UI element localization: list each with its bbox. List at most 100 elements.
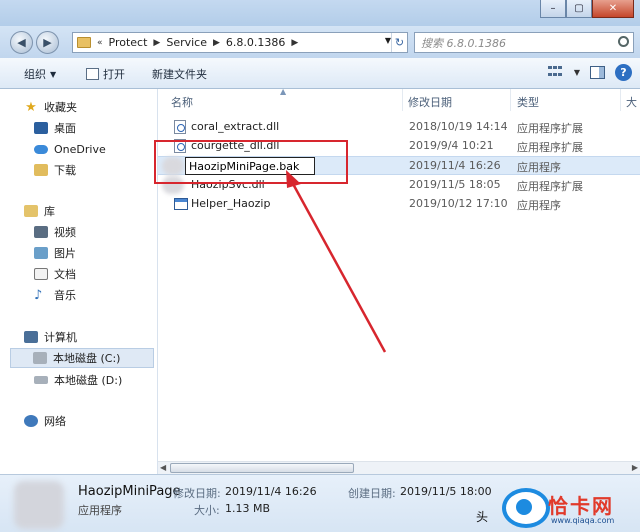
refresh-icon[interactable]: ↻ (391, 33, 407, 52)
nav-computer[interactable]: 计算机 (24, 329, 77, 345)
nav-desktop[interactable]: 桌面 (34, 120, 76, 136)
watermark-brand: 恰卡网 (548, 494, 614, 518)
nav-label: 桌面 (54, 122, 76, 135)
document-icon (34, 268, 48, 280)
sort-ascending-icon: ▲ (280, 87, 287, 96)
navigation-pane: ★ 收藏夹 桌面 OneDrive 下载 库 视频 图片 文档 ♪ 音乐 计算机… (0, 89, 158, 474)
preview-pane-icon[interactable] (590, 66, 605, 79)
nav-label: 文档 (54, 268, 76, 281)
column-headers: ▲ 名称 修改日期 类型 大 (158, 87, 640, 111)
address-bar[interactable]: « Protect ▶ Service ▶ 6.8.0.1386 ▶ ▼ ↻ (72, 32, 408, 53)
chevron-down-icon: ▼ (50, 69, 57, 79)
nav-music[interactable]: ♪ 音乐 (34, 287, 76, 303)
title-bar: – ▢ ✕ (0, 0, 640, 26)
watermark-logo-icon (502, 488, 550, 528)
window-controls: – ▢ ✕ (540, 0, 634, 18)
modified-label: 修改日期: (173, 487, 221, 500)
close-button[interactable]: ✕ (592, 0, 634, 18)
new-folder-button[interactable]: 新建文件夹 (152, 66, 207, 82)
horizontal-scrollbar[interactable]: ◀ ▶ (158, 461, 640, 474)
nav-onedrive[interactable]: OneDrive (34, 141, 106, 157)
file-type: 应用程序 (517, 161, 561, 174)
nav-library[interactable]: 库 (24, 203, 55, 219)
file-row[interactable]: Helper_Haozip 2019/10/12 17:10 应用程序 (158, 195, 640, 214)
nav-label: 网络 (44, 415, 66, 428)
column-date[interactable]: 修改日期 (408, 94, 452, 110)
size-value: 1.13 MB (225, 502, 271, 515)
rename-input[interactable] (185, 157, 315, 175)
nav-videos[interactable]: 视频 (34, 224, 76, 240)
nav-favorites[interactable]: ★ 收藏夹 (24, 99, 77, 115)
file-thumbnail (14, 481, 64, 529)
column-divider[interactable] (402, 89, 403, 111)
nav-documents[interactable]: 文档 (34, 266, 76, 282)
blurred-icon (162, 157, 184, 175)
organize-button[interactable]: 组织 ▼ (24, 66, 56, 82)
watermark-tou: 头 (476, 510, 489, 524)
nav-label: 收藏夹 (44, 101, 77, 114)
breadcrumb-overflow[interactable]: « (97, 38, 103, 48)
nav-label: 本地磁盘 (D:) (54, 374, 123, 387)
folder-icon (77, 37, 91, 48)
back-button[interactable]: ◀ (10, 31, 33, 54)
nav-local-disk-d[interactable]: 本地磁盘 (D:) (34, 372, 122, 388)
column-type[interactable]: 类型 (517, 94, 539, 110)
forward-arrow-icon: ▶ (43, 36, 52, 49)
network-icon (24, 415, 38, 427)
search-input[interactable]: 搜索 6.8.0.1386 (414, 32, 634, 53)
open-button[interactable]: 打开 (86, 66, 125, 82)
file-date: 2019/10/12 17:10 (409, 197, 508, 210)
search-icon[interactable] (618, 36, 629, 47)
details-file-type: 应用程序 (78, 504, 122, 517)
column-divider[interactable] (510, 89, 511, 111)
breadcrumb-version[interactable]: 6.8.0.1386 (226, 36, 285, 49)
minimize-button[interactable]: – (540, 0, 566, 18)
file-row[interactable]: coral_extract.dll 2018/10/19 14:14 应用程序扩… (158, 118, 640, 137)
search-placeholder: 搜索 6.8.0.1386 (421, 36, 506, 50)
file-date: 2019/11/4 16:26 (409, 159, 501, 172)
drive-icon (34, 376, 48, 384)
chevron-down-icon[interactable]: ▼ (574, 68, 580, 77)
column-name[interactable]: 名称 (171, 94, 193, 110)
file-name: Helper_Haozip (191, 197, 271, 210)
size-label: 大小: (194, 504, 220, 517)
help-icon[interactable]: ? (615, 64, 632, 81)
nav-label: 视频 (54, 226, 76, 239)
nav-downloads[interactable]: 下载 (34, 162, 76, 178)
nav-label: 库 (44, 205, 55, 218)
drive-icon (33, 352, 47, 364)
file-row-renaming[interactable]: 2019/11/4 16:26 应用程序 (158, 156, 640, 175)
exe-icon (174, 198, 188, 210)
column-divider[interactable] (620, 89, 621, 111)
nav-label: 下载 (54, 164, 76, 177)
back-arrow-icon: ◀ (17, 36, 26, 49)
file-row[interactable]: HaozipSvc.dll 2019/11/5 18:05 应用程序扩展 (158, 176, 640, 195)
scroll-left-icon[interactable]: ◀ (160, 463, 166, 472)
video-icon (34, 226, 48, 238)
library-icon (24, 205, 38, 217)
nav-label: 计算机 (44, 331, 77, 344)
scrollbar-thumb[interactable] (170, 463, 354, 473)
file-date: 2018/10/19 14:14 (409, 120, 508, 133)
maximize-button[interactable]: ▢ (566, 0, 592, 18)
file-row[interactable]: courgette_dll.dll 2019/9/4 10:21 应用程序扩展 (158, 137, 640, 156)
breadcrumb-service[interactable]: Service (166, 36, 207, 49)
forward-button[interactable]: ▶ (36, 31, 59, 54)
breadcrumb-separator-icon[interactable]: ▶ (291, 38, 298, 48)
computer-icon (24, 331, 38, 343)
column-size[interactable]: 大 (626, 94, 637, 110)
modified-value: 2019/11/4 16:26 (225, 485, 317, 498)
change-view-icon[interactable] (547, 65, 564, 80)
nav-pictures[interactable]: 图片 (34, 245, 76, 261)
downloads-folder-icon (34, 164, 48, 176)
scroll-right-icon[interactable]: ▶ (632, 463, 638, 472)
breadcrumb-protect[interactable]: Protect (109, 36, 148, 49)
dll-icon (174, 120, 186, 134)
nav-label: 本地磁盘 (C:) (53, 352, 121, 365)
nav-network[interactable]: 网络 (24, 413, 66, 429)
nav-local-disk-c[interactable]: 本地磁盘 (C:) (10, 348, 154, 368)
new-folder-label: 新建文件夹 (152, 68, 207, 81)
created-label: 创建日期: (348, 487, 396, 500)
breadcrumb-separator-icon[interactable]: ▶ (213, 38, 220, 48)
breadcrumb-separator-icon[interactable]: ▶ (153, 38, 160, 48)
